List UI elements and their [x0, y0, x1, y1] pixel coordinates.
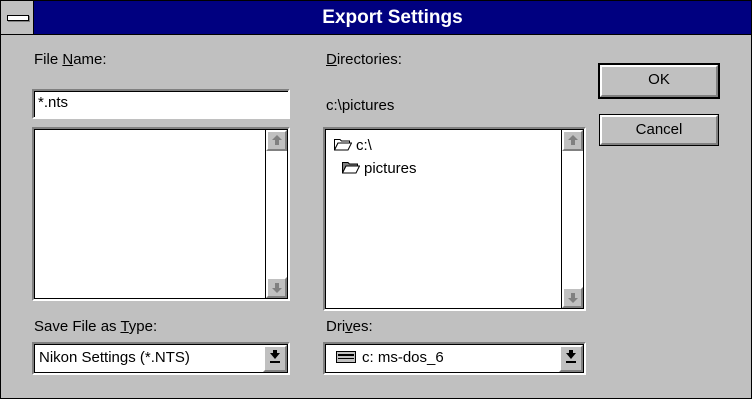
file-list-scroll-track[interactable] — [266, 151, 287, 277]
directory-list[interactable]: c:\ pictures — [323, 127, 586, 311]
file-name-input[interactable]: *.nts — [32, 89, 290, 119]
file-name-value: *.nts — [38, 94, 69, 111]
cancel-button[interactable]: Cancel — [599, 114, 719, 146]
directory-list-scroll-down-button[interactable] — [562, 287, 583, 308]
cancel-button-label: Cancel — [635, 121, 683, 138]
file-list-scrollbar[interactable] — [265, 130, 287, 298]
directory-list-scrollbar[interactable] — [561, 130, 583, 308]
directory-list-scroll-up-button[interactable] — [562, 130, 583, 151]
directory-item-root-label: c:\ — [356, 137, 372, 154]
directory-item-root[interactable]: c:\ — [334, 136, 372, 156]
save-type-value: Nikon Settings (*.NTS) — [39, 349, 190, 366]
ok-button-label: OK — [648, 71, 670, 88]
directory-item-pictures-label: pictures — [364, 160, 417, 177]
save-type-dropdown[interactable]: Nikon Settings (*.NTS) — [32, 342, 290, 375]
scroll-down-arrow-icon — [272, 288, 282, 293]
system-menu-icon — [7, 15, 29, 21]
scroll-down-arrow-icon — [568, 298, 578, 303]
file-list-scroll-down-button[interactable] — [266, 277, 287, 298]
title-bar: Export Settings — [1, 1, 751, 35]
save-type-label: Save File as Type: — [34, 318, 158, 335]
ok-button[interactable]: OK — [598, 63, 720, 99]
drives-dropdown[interactable]: c: ms-dos_6 — [323, 342, 586, 375]
open-folder-icon — [342, 161, 360, 174]
save-type-dropdown-button[interactable] — [263, 345, 287, 372]
open-folder-icon — [334, 138, 352, 151]
export-settings-dialog: Export Settings File Name: *.nts Save Fi… — [0, 0, 752, 399]
file-list[interactable] — [32, 127, 290, 301]
directories-label: Directories: — [326, 51, 402, 68]
drives-value-wrap: c: ms-dos_6 — [336, 348, 444, 368]
current-directory-path: c:\pictures — [326, 97, 395, 114]
dropdown-arrow-icon — [270, 353, 280, 359]
drives-label: Drives: — [326, 318, 373, 335]
system-menu-button[interactable] — [1, 1, 34, 34]
file-list-scroll-up-button[interactable] — [266, 130, 287, 151]
dropdown-arrow-icon — [566, 353, 576, 359]
directory-list-scroll-track[interactable] — [562, 151, 583, 287]
hard-drive-icon — [336, 351, 356, 363]
dialog-title: Export Settings — [322, 7, 463, 28]
drives-value: c: ms-dos_6 — [362, 349, 444, 366]
directory-item-pictures[interactable]: pictures — [342, 159, 417, 179]
drives-dropdown-button[interactable] — [559, 345, 583, 372]
file-name-label: File Name: — [34, 51, 107, 68]
